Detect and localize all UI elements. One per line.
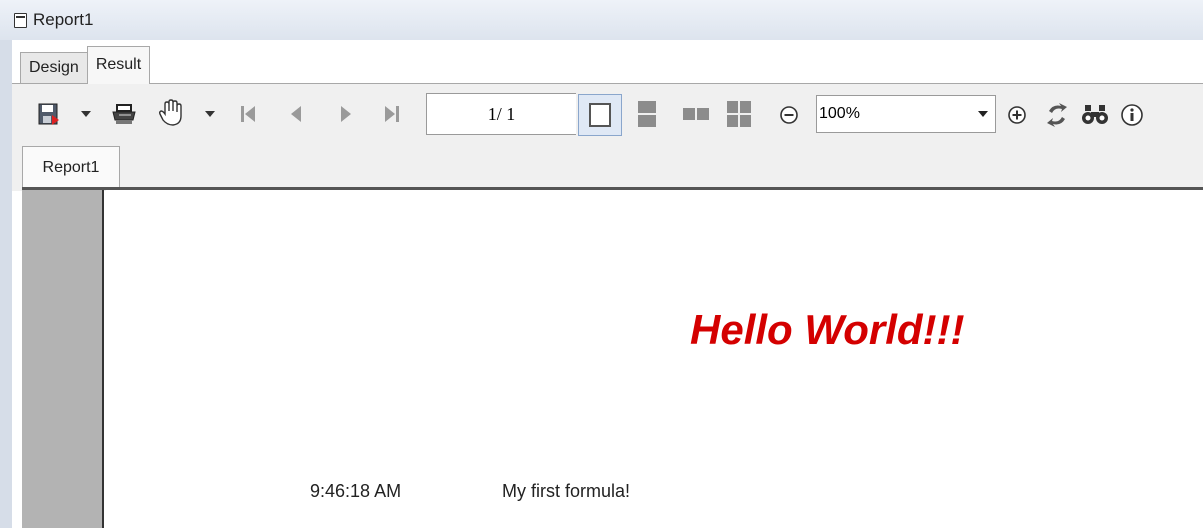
print-icon[interactable] (110, 101, 138, 127)
tab-result[interactable]: Result (86, 46, 151, 84)
dropdown-arrow-icon[interactable] (202, 106, 218, 122)
zoom-in-icon[interactable] (1006, 104, 1028, 126)
report-page (106, 190, 1203, 528)
next-page-icon[interactable] (336, 102, 356, 126)
view-tabs: Design Result (20, 44, 151, 84)
zoom-value: 100% (819, 105, 860, 122)
hand-pan-icon[interactable] (156, 97, 186, 129)
find-binoculars-icon[interactable] (1080, 100, 1110, 130)
zoom-select[interactable]: 100% (816, 95, 996, 133)
previous-page-icon[interactable] (286, 102, 306, 126)
last-page-icon[interactable] (382, 102, 404, 126)
window-title: Report1 (33, 10, 94, 29)
single-page-view-icon[interactable] (578, 94, 622, 136)
page-indicator-field[interactable]: 1/ 1 (426, 93, 576, 135)
document-icon (14, 12, 27, 28)
title-bar: Report1 (0, 0, 1203, 40)
continuous-view-icon[interactable] (634, 98, 660, 130)
multi-page-view-icon[interactable] (724, 98, 754, 130)
first-page-icon[interactable] (238, 102, 258, 126)
save-icon[interactable] (36, 101, 62, 127)
report-time: 9:46:18 AM (310, 481, 402, 501)
window-border (0, 40, 12, 528)
chevron-down-icon[interactable] (971, 110, 995, 118)
page-indicator-text: 1/ 1 (487, 103, 516, 124)
report-heading: Hello World!!! (690, 306, 965, 353)
page-gutter (22, 190, 104, 528)
info-icon[interactable] (1118, 101, 1146, 129)
zoom-out-icon[interactable] (778, 104, 800, 126)
refresh-icon[interactable] (1042, 100, 1072, 130)
report-tab-strip (12, 143, 1203, 191)
report-formula-text: My first formula! (502, 481, 631, 501)
two-page-view-icon[interactable] (680, 104, 712, 124)
tab-report1[interactable]: Report1 (22, 146, 120, 188)
tab-design[interactable]: Design (20, 52, 88, 84)
dropdown-arrow-icon[interactable] (78, 106, 94, 122)
